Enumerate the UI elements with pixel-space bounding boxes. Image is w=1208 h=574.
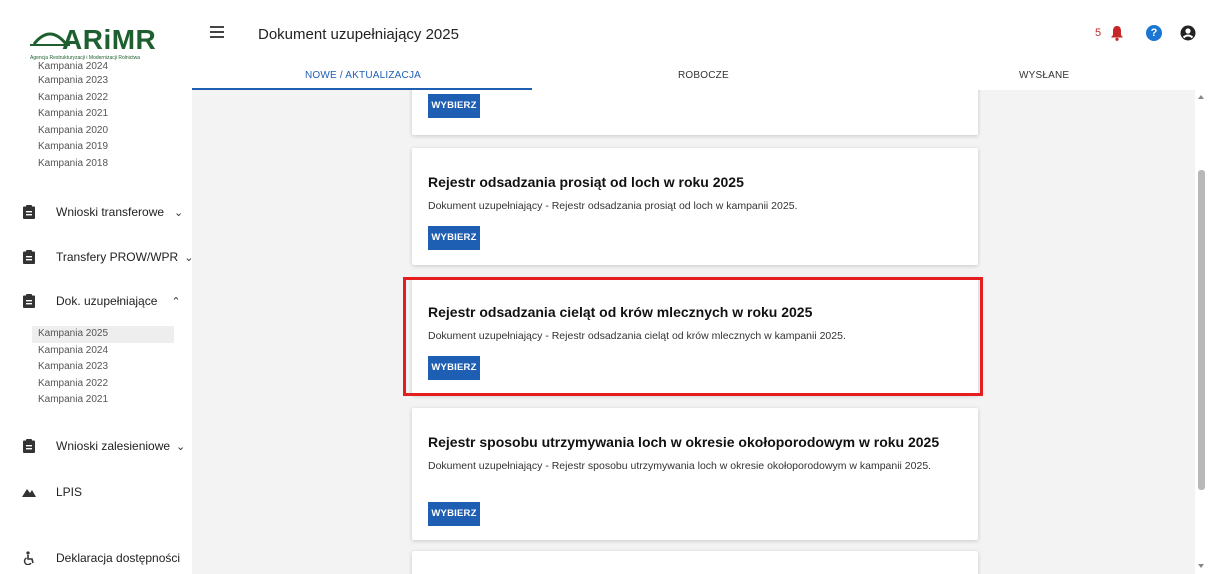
sidebar-item-label: Deklaracja dostępności — [56, 551, 181, 565]
clipboard-icon — [22, 250, 36, 264]
tab-robocze[interactable]: ROBOCZE — [678, 70, 729, 81]
sidebar-item-transfery[interactable]: Transfery PROW/WPR ⌄ — [22, 245, 192, 269]
chevron-down-icon: ⌄ — [184, 251, 192, 264]
sidebar-item-deklaracja[interactable]: Deklaracja dostępności — [22, 546, 180, 570]
chevron-down-icon: ⌄ — [176, 440, 186, 453]
wybierz-button[interactable]: WYBIERZ — [428, 502, 480, 526]
help-icon[interactable]: ? — [1146, 25, 1162, 41]
clipboard-icon — [22, 294, 36, 308]
sidebar-item-wnioski-transferowe[interactable]: Wnioski transferowe ⌄ — [22, 200, 183, 224]
sidebar-item-lpis[interactable]: LPIS — [22, 480, 82, 504]
scroll-down-arrow-icon[interactable] — [1198, 564, 1204, 568]
card-title: Rejestr odsadzania prosiąt od loch w rok… — [428, 174, 744, 190]
sidebar-item-label: Wnioski zalesieniowe — [56, 439, 171, 453]
clipboard-icon — [22, 439, 36, 453]
mountains-icon — [22, 485, 36, 499]
bell-icon[interactable] — [1110, 25, 1124, 46]
notification-count: 5 — [1095, 27, 1102, 39]
wybierz-button[interactable]: WYBIERZ — [428, 94, 480, 118]
sidebar-item-wnioski-zalesieniowe[interactable]: Wnioski zalesieniowe ⌄ — [22, 434, 185, 458]
campaign-link[interactable]: Kampania 2020 — [38, 123, 108, 140]
campaign-link[interactable]: Kampania 2024 — [38, 343, 174, 360]
campaign-link[interactable]: Kampania 2021 — [38, 106, 108, 123]
dok-campaign-list: Kampania 2025 Kampania 2024 Kampania 202… — [32, 326, 174, 409]
highlight-box — [403, 277, 983, 396]
campaign-link[interactable]: Kampania 2023 — [38, 359, 174, 376]
top-header: Dokument uzupełniający 2025 5 ? NOWE / A… — [192, 0, 1208, 90]
accessibility-icon — [22, 551, 36, 565]
card-description: Dokument uzupełniający - Rejestr sposobu… — [428, 460, 932, 472]
campaign-link[interactable]: Kampania 2023 — [38, 73, 108, 90]
sidebar: ARiMR Agencja Restrukturyzacji i Moderni… — [0, 0, 192, 574]
scroll-up-arrow-icon[interactable] — [1198, 95, 1204, 99]
campaign-link[interactable]: Kampania 2022 — [38, 90, 108, 107]
chevron-down-icon: ⌄ — [174, 206, 184, 219]
sidebar-item-label: LPIS — [56, 485, 83, 499]
tab-nowe-aktualizacja[interactable]: NOWE / AKTUALIZACJA — [305, 70, 421, 81]
account-icon[interactable] — [1180, 25, 1196, 46]
scroll-thumb[interactable] — [1198, 170, 1205, 490]
campaign-link[interactable]: Kampania 2024 — [38, 61, 108, 73]
document-card: Rejestr sposobu utrzymywania loch w okre… — [412, 408, 978, 540]
card-description: Dokument uzupełniający - Rejestr odsadza… — [428, 200, 798, 212]
campaign-link[interactable]: Kampania 2018 — [38, 156, 108, 173]
page-title: Dokument uzupełniający 2025 — [258, 26, 459, 43]
tab-wyslane[interactable]: WYSŁANE — [1019, 70, 1069, 81]
arimr-logo[interactable]: ARiMR Agencja Restrukturyzacji i Moderni… — [30, 24, 180, 64]
menu-icon[interactable] — [210, 26, 224, 38]
sidebar-item-label: Dok. uzupełniające — [56, 294, 158, 308]
scrollbar[interactable] — [1195, 90, 1208, 574]
sidebar-item-dok-uzupelniajace[interactable]: Dok. uzupełniające ⌃ — [22, 289, 181, 313]
clipboard-icon — [22, 205, 36, 219]
wybierz-button[interactable]: WYBIERZ — [428, 226, 480, 250]
document-card — [412, 551, 978, 574]
chevron-up-icon: ⌃ — [171, 295, 181, 308]
card-title: Rejestr sposobu utrzymywania loch w okre… — [428, 434, 940, 450]
campaign-link-active[interactable]: Kampania 2025 — [32, 326, 174, 343]
tab-bar: NOWE / AKTUALIZACJA ROBOCZE WYSŁANE — [192, 58, 1208, 90]
sidebar-item-label: Wnioski transferowe — [56, 205, 165, 219]
campaign-link[interactable]: Kampania 2021 — [38, 392, 174, 409]
document-card: WYBIERZ — [412, 90, 978, 135]
campaign-link[interactable]: Kampania 2022 — [38, 376, 174, 393]
logo-text: ARiMR — [62, 24, 157, 55]
sidebar-item-label: Transfery PROW/WPR — [56, 250, 179, 264]
top-campaign-list: Kampania 2024 Kampania 2023 Kampania 202… — [38, 61, 108, 172]
campaign-link[interactable]: Kampania 2019 — [38, 139, 108, 156]
document-card: Rejestr odsadzania prosiąt od loch w rok… — [412, 148, 978, 265]
